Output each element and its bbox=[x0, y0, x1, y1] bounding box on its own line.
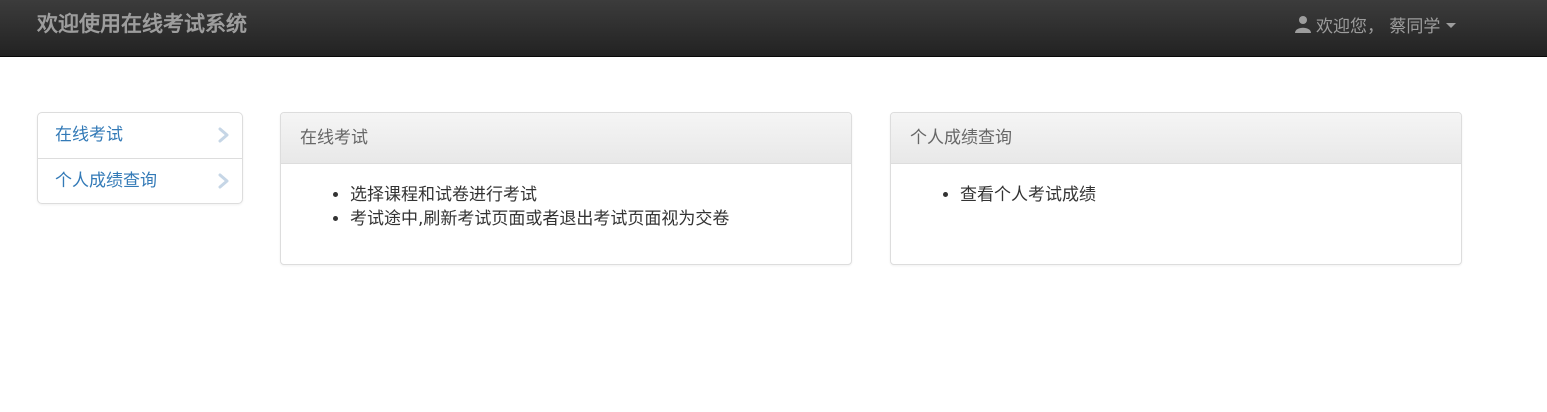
caret-down-icon bbox=[1446, 22, 1457, 28]
instruction-list: 选择课程和试卷进行考试 考试途中,刷新考试页面或者退出考试页面视为交卷 bbox=[281, 183, 851, 231]
top-navbar: 欢迎使用在线考试系统 欢迎您， 蔡同学 bbox=[0, 0, 1547, 57]
panel-title: 个人成绩查询 bbox=[891, 113, 1461, 164]
sidebar-item-label: 在线考试 bbox=[55, 125, 123, 145]
panel-body: 选择课程和试卷进行考试 考试途中,刷新考试页面或者退出考试页面视为交卷 bbox=[281, 164, 851, 231]
sidebar-item-online-exam[interactable]: 在线考试 bbox=[38, 113, 242, 158]
panel-score-query: 个人成绩查询 查看个人考试成绩 bbox=[890, 112, 1462, 265]
list-item: 考试途中,刷新考试页面或者退出考试页面视为交卷 bbox=[350, 207, 851, 231]
user-dropdown[interactable]: 欢迎您， 蔡同学 bbox=[1294, 12, 1457, 37]
brand-title[interactable]: 欢迎使用在线考试系统 bbox=[37, 10, 247, 38]
chevron-right-icon bbox=[218, 127, 229, 143]
user-greeting: 欢迎您， 蔡同学 bbox=[1316, 16, 1441, 37]
panel-title: 在线考试 bbox=[281, 113, 851, 164]
panel-online-exam: 在线考试 选择课程和试卷进行考试 考试途中,刷新考试页面或者退出考试页面视为交卷 bbox=[280, 112, 852, 265]
sidebar-menu: 在线考试 个人成绩查询 bbox=[37, 112, 243, 204]
list-item: 选择课程和试卷进行考试 bbox=[350, 183, 851, 207]
sidebar-item-label: 个人成绩查询 bbox=[55, 171, 157, 191]
chevron-right-icon bbox=[218, 173, 229, 189]
instruction-list: 查看个人考试成绩 bbox=[891, 183, 1461, 207]
user-icon bbox=[1294, 15, 1312, 33]
panel-body: 查看个人考试成绩 bbox=[891, 164, 1461, 207]
sidebar-item-score-query[interactable]: 个人成绩查询 bbox=[38, 158, 242, 203]
list-item: 查看个人考试成绩 bbox=[960, 183, 1461, 207]
